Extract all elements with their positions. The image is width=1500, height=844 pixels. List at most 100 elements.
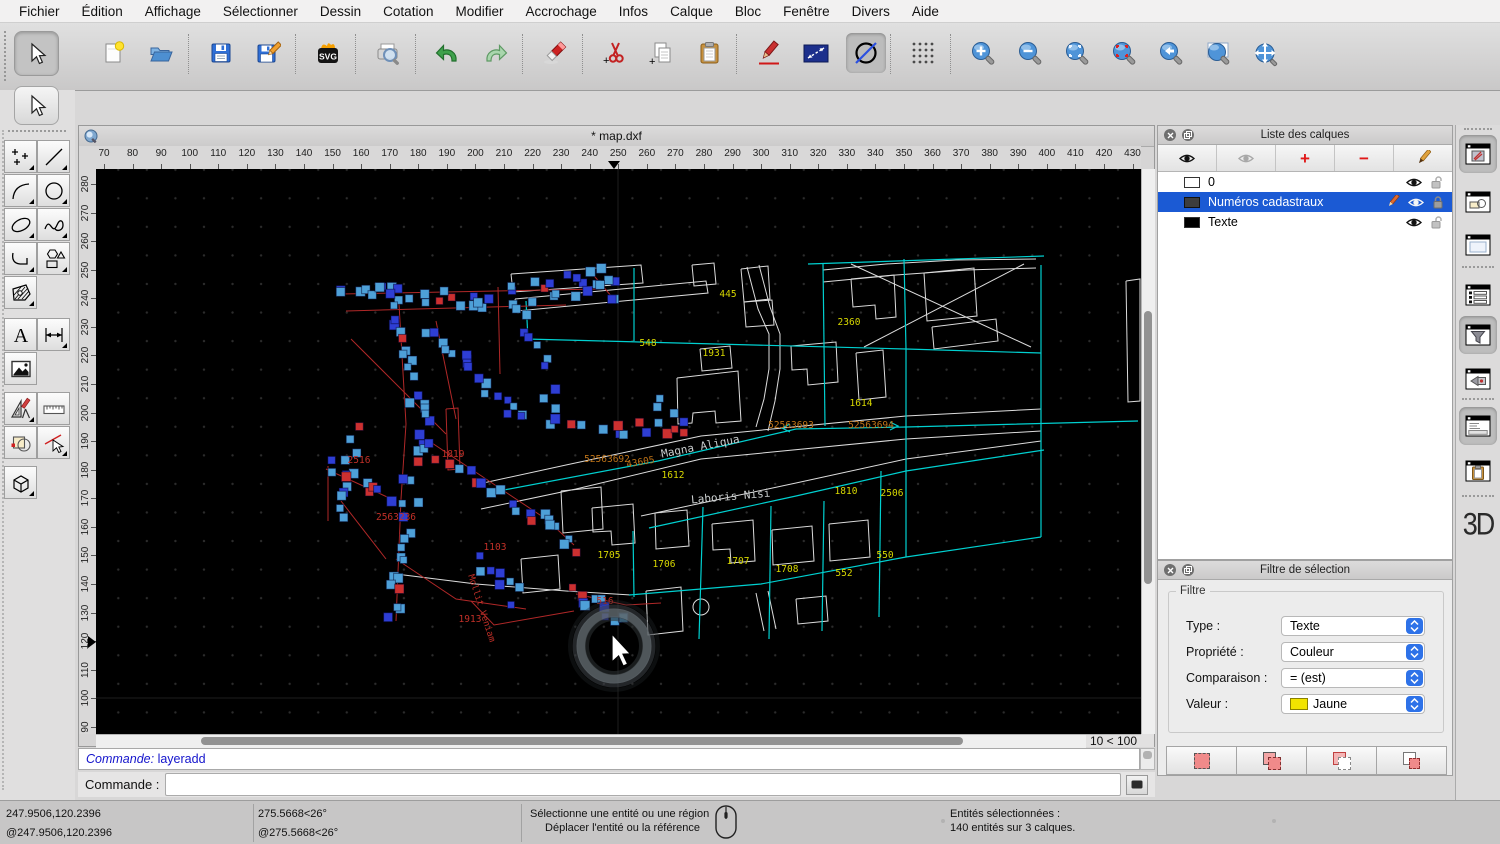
save-button[interactable] — [204, 36, 238, 70]
selection-filter-panel-toggle[interactable] — [1459, 316, 1497, 354]
edit-layer-button[interactable] — [1394, 145, 1452, 171]
viewport-3d-tool-button[interactable] — [4, 466, 37, 499]
menu-dessin[interactable]: Dessin — [309, 0, 372, 23]
select-tool-button[interactable] — [37, 426, 70, 459]
dropdown-stepper-icon[interactable] — [1406, 618, 1423, 634]
menu-calque[interactable]: Calque — [659, 0, 724, 23]
command-options-button[interactable] — [1126, 775, 1148, 795]
redo-button[interactable] — [478, 36, 512, 70]
draft-mode-button[interactable] — [846, 33, 886, 73]
spline-tool-button[interactable] — [37, 208, 70, 241]
menu-bloc[interactable]: Bloc — [724, 0, 772, 23]
new-document-button[interactable] — [97, 36, 131, 70]
add-layer-button[interactable]: + — [1276, 145, 1335, 171]
draw-pencil-button[interactable] — [752, 36, 786, 70]
menu-aide[interactable]: Aide — [901, 0, 950, 23]
menu-affichage[interactable]: Affichage — [134, 0, 212, 23]
detach-icon[interactable] — [1182, 129, 1194, 141]
filter-add-to-selection-button[interactable] — [1236, 746, 1307, 775]
filter-panel-titlebar[interactable]: Filtre de sélection — [1158, 561, 1452, 580]
drawing-window-titlebar[interactable]: * map.dxf — [79, 126, 1154, 147]
polyline-tool-button[interactable] — [4, 242, 37, 275]
zoom-window-button[interactable] — [1201, 36, 1235, 70]
line-tool-button[interactable] — [37, 140, 70, 173]
hide-all-layers-button[interactable] — [1217, 145, 1276, 171]
close-icon[interactable] — [1164, 564, 1176, 576]
horizontal-scrollbar-thumb[interactable] — [201, 737, 963, 745]
layer-visibility-icon[interactable] — [1408, 197, 1424, 208]
menu-cotation[interactable]: Cotation — [372, 0, 444, 23]
cut-button[interactable]: + — [598, 36, 632, 70]
modify-tool-button[interactable] — [4, 426, 37, 459]
layer-visibility-icon[interactable] — [1406, 177, 1422, 188]
image-tool-button[interactable] — [4, 352, 37, 385]
filter-dropdown-3[interactable]: Jaune — [1281, 694, 1425, 714]
menu-divers[interactable]: Divers — [841, 0, 901, 23]
zoom-pan-button[interactable] — [1248, 36, 1282, 70]
filter-intersect-selection-button[interactable] — [1376, 746, 1447, 775]
strip-drag-handle[interactable] — [1464, 128, 1492, 133]
detach-icon[interactable] — [1182, 564, 1194, 576]
vertical-scrollbar-thumb[interactable] — [1144, 311, 1152, 584]
shape-tool-button[interactable] — [37, 242, 70, 275]
drawing-canvas[interactable]: 4452360548193116145256369352563694525636… — [96, 169, 1141, 734]
menu-modifier[interactable]: Modifier — [444, 0, 514, 23]
ellipse-tool-button[interactable] — [4, 208, 37, 241]
text-tool-button[interactable]: A — [4, 318, 37, 351]
block-list-panel-toggle[interactable] — [1459, 276, 1497, 314]
print-preview-button[interactable] — [371, 36, 405, 70]
clipboard-panel-toggle[interactable] — [1459, 452, 1497, 490]
dropdown-stepper-icon[interactable] — [1406, 670, 1423, 686]
command-line-panel-toggle[interactable] — [1459, 407, 1497, 445]
command-history-scrollbar[interactable] — [1140, 748, 1155, 770]
menu-edition[interactable]: Édition — [71, 0, 134, 23]
toolbar-drag-handle[interactable] — [4, 31, 9, 81]
layer-lock-icon[interactable] — [1432, 195, 1444, 209]
menu-accrochage[interactable]: Accrochage — [514, 0, 607, 23]
horizontal-scrollbar[interactable] — [96, 734, 1086, 748]
back-to-selection-button[interactable] — [14, 86, 59, 125]
zoom-previous-button[interactable] — [1154, 36, 1188, 70]
distance-rectangle-button[interactable] — [799, 36, 833, 70]
filter-replace-selection-button[interactable] — [1166, 746, 1237, 775]
layer-visibility-icon[interactable] — [1406, 217, 1422, 228]
dropdown-stepper-icon[interactable] — [1406, 644, 1423, 660]
layer-row-0[interactable]: 0 — [1158, 172, 1452, 192]
arc-tool-button[interactable] — [4, 174, 37, 207]
view-3d-toggle[interactable]: 3D — [1459, 505, 1497, 543]
measure-tool-button[interactable] — [37, 392, 70, 425]
paste-button[interactable] — [692, 36, 726, 70]
menu-infos[interactable]: Infos — [608, 0, 659, 23]
dimension-tool-button[interactable] — [37, 318, 70, 351]
filter-dropdown-2[interactable]: = (est) — [1281, 668, 1425, 688]
drafting-tool-button[interactable] — [4, 392, 37, 425]
layer-row-1[interactable]: Numéros cadastraux — [1158, 192, 1452, 212]
remove-layer-button[interactable]: − — [1335, 145, 1394, 171]
menu-selectionner[interactable]: Sélectionner — [212, 0, 309, 23]
menu-fichier[interactable]: Fichier — [8, 0, 71, 23]
dropdown-stepper-icon[interactable] — [1406, 696, 1423, 712]
undo-button[interactable] — [431, 36, 465, 70]
save-as-button[interactable] — [251, 36, 285, 70]
svg-export-button[interactable]: SVG — [311, 36, 345, 70]
circle-tool-button[interactable] — [37, 174, 70, 207]
layer-row-2[interactable]: Texte — [1158, 212, 1452, 232]
menu-fenetre[interactable]: Fenêtre — [772, 0, 841, 23]
selection-pointer-button[interactable] — [14, 31, 59, 76]
layer-lock-icon[interactable] — [1430, 175, 1444, 189]
show-all-layers-button[interactable] — [1158, 145, 1217, 171]
vertical-scrollbar[interactable] — [1141, 169, 1155, 734]
command-input[interactable] — [165, 773, 1121, 796]
filter-dropdown-1[interactable]: Couleur — [1281, 642, 1425, 662]
points-tool-button[interactable] — [4, 140, 37, 173]
copy-button[interactable]: + — [645, 36, 679, 70]
grid-toggle-button[interactable] — [906, 36, 940, 70]
zoom-selection-button[interactable] — [1107, 36, 1141, 70]
layer-panel-titlebar[interactable]: Liste des calques — [1158, 126, 1452, 145]
zoom-auto-button[interactable] — [1060, 36, 1094, 70]
close-icon[interactable] — [1164, 129, 1176, 141]
filter-dropdown-0[interactable]: Texte — [1281, 616, 1425, 636]
notification-panel-toggle[interactable] — [1459, 360, 1497, 398]
library-browser-panel-toggle[interactable] — [1459, 226, 1497, 264]
palette-drag-handle[interactable] — [8, 130, 66, 135]
